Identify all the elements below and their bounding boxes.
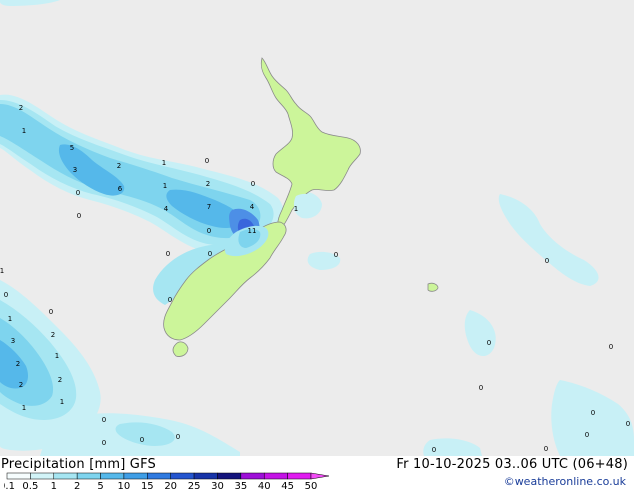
point-value-label: 2 bbox=[19, 381, 23, 389]
color-scale-swatch bbox=[263, 472, 288, 480]
color-scale-swatch bbox=[287, 472, 312, 480]
point-value-label: 1 bbox=[8, 315, 12, 323]
point-value-label: 0 bbox=[591, 409, 595, 417]
color-scale-tick-label: 45 bbox=[281, 481, 294, 490]
point-value-label: 7 bbox=[207, 203, 211, 211]
point-value-label: 0 bbox=[168, 296, 172, 304]
point-value-label: 0 bbox=[49, 308, 53, 316]
point-value-label: 0 bbox=[609, 343, 613, 351]
point-value-label: 0 bbox=[251, 180, 255, 188]
color-scale-tick-label: 35 bbox=[234, 481, 247, 490]
point-value-label: 2 bbox=[206, 180, 210, 188]
legend-panel: Precipitation [mm] GFS Fr 10-10-2025 03.… bbox=[0, 456, 634, 490]
point-value-label: 2 bbox=[16, 360, 20, 368]
point-value-label: 3 bbox=[73, 166, 77, 174]
color-scale-swatch bbox=[53, 472, 78, 480]
color-scale-swatch bbox=[147, 472, 171, 480]
point-value-label: 1 bbox=[22, 127, 26, 135]
point-value-label: 4 bbox=[250, 203, 255, 211]
precipitation-map: 2152 1 036 1 2 0004 7 4111000 00100103212221100 0… bbox=[0, 0, 634, 456]
color-scale-swatch bbox=[100, 472, 125, 480]
point-value-label: 5 bbox=[70, 144, 74, 152]
color-scale-tick-label: 0.5 bbox=[22, 481, 38, 490]
color-scale-tick-label: 50 bbox=[305, 481, 318, 490]
point-value-label: 6 bbox=[118, 185, 123, 193]
legend-title: Precipitation [mm] GFS bbox=[1, 457, 156, 472]
color-scale-tick-label: 40 bbox=[258, 481, 271, 490]
point-value-label: 2 bbox=[58, 376, 62, 384]
point-value-label: 0 bbox=[166, 250, 170, 258]
point-value-label: 0 bbox=[102, 439, 106, 447]
color-scale-swatch bbox=[240, 472, 265, 480]
point-value-label: 2 bbox=[19, 104, 23, 112]
point-value-label: 0 bbox=[487, 339, 491, 347]
color-scale-tick-label: 30 bbox=[211, 481, 224, 490]
forecast-datetime: Fr 10-10-2025 03..06 UTC (06+48) bbox=[396, 457, 628, 472]
point-value-label: 0 bbox=[77, 212, 81, 220]
color-scale-swatch bbox=[6, 472, 31, 480]
credit-link[interactable]: ©weatheronline.co.uk bbox=[504, 475, 626, 488]
color-scale-tick-label: 20 bbox=[164, 481, 177, 490]
point-value-label: 0 bbox=[4, 291, 8, 299]
color-scale-swatch bbox=[217, 472, 242, 480]
point-value-label: 2 bbox=[117, 162, 121, 170]
color-scale-swatch bbox=[30, 472, 55, 480]
point-value-label: 0 bbox=[208, 250, 212, 258]
point-value-label: 0 bbox=[140, 436, 144, 444]
color-scale-swatch bbox=[123, 472, 148, 480]
point-value-label: 0 bbox=[334, 251, 338, 259]
color-scale-tick-label: 2 bbox=[74, 481, 80, 490]
point-value-label: 1 bbox=[163, 182, 167, 190]
point-value-label: 0 bbox=[545, 257, 549, 265]
point-value-label: 3 bbox=[11, 337, 15, 345]
color-scale-swatch bbox=[193, 472, 218, 480]
point-value-label: 1 bbox=[60, 398, 64, 406]
point-value-label: 1 bbox=[55, 352, 59, 360]
color-scale-tick-label: 25 bbox=[188, 481, 201, 490]
point-value-label: 11 bbox=[248, 227, 257, 235]
chatham-islands bbox=[427, 282, 439, 292]
color-scale-tick-label: 15 bbox=[141, 481, 154, 490]
color-scale-swatch bbox=[76, 472, 101, 480]
color-scale-tick-label: 5 bbox=[97, 481, 103, 490]
point-value-label: 0 bbox=[102, 416, 106, 424]
point-value-label: 2 bbox=[51, 331, 55, 339]
color-scale-swatch bbox=[170, 472, 195, 480]
point-value-label: 0 bbox=[432, 446, 436, 454]
color-scale: 0.10.5125101520253035404550 bbox=[4, 472, 330, 490]
point-value-label: 4 bbox=[164, 205, 169, 213]
point-value-label: 0 bbox=[205, 157, 209, 165]
point-value-label: 0 bbox=[207, 227, 211, 235]
color-scale-tick-label: 10 bbox=[118, 481, 131, 490]
color-scale-arrow bbox=[310, 472, 330, 480]
color-scale-tick-label: 0.1 bbox=[4, 481, 15, 490]
point-value-label: 1 bbox=[0, 267, 4, 275]
color-scale-tick-label: 1 bbox=[51, 481, 57, 490]
point-value-label: 1 bbox=[162, 159, 166, 167]
point-value-label: 0 bbox=[76, 189, 80, 197]
point-value-label: 0 bbox=[626, 420, 630, 428]
point-value-label: 1 bbox=[22, 404, 26, 412]
point-value-label: 0 bbox=[479, 384, 483, 392]
point-value-label: 0 bbox=[176, 433, 180, 441]
point-value-label: 0 bbox=[544, 445, 548, 453]
point-value-label: 1 bbox=[294, 205, 298, 213]
point-value-label: 0 bbox=[585, 431, 589, 439]
